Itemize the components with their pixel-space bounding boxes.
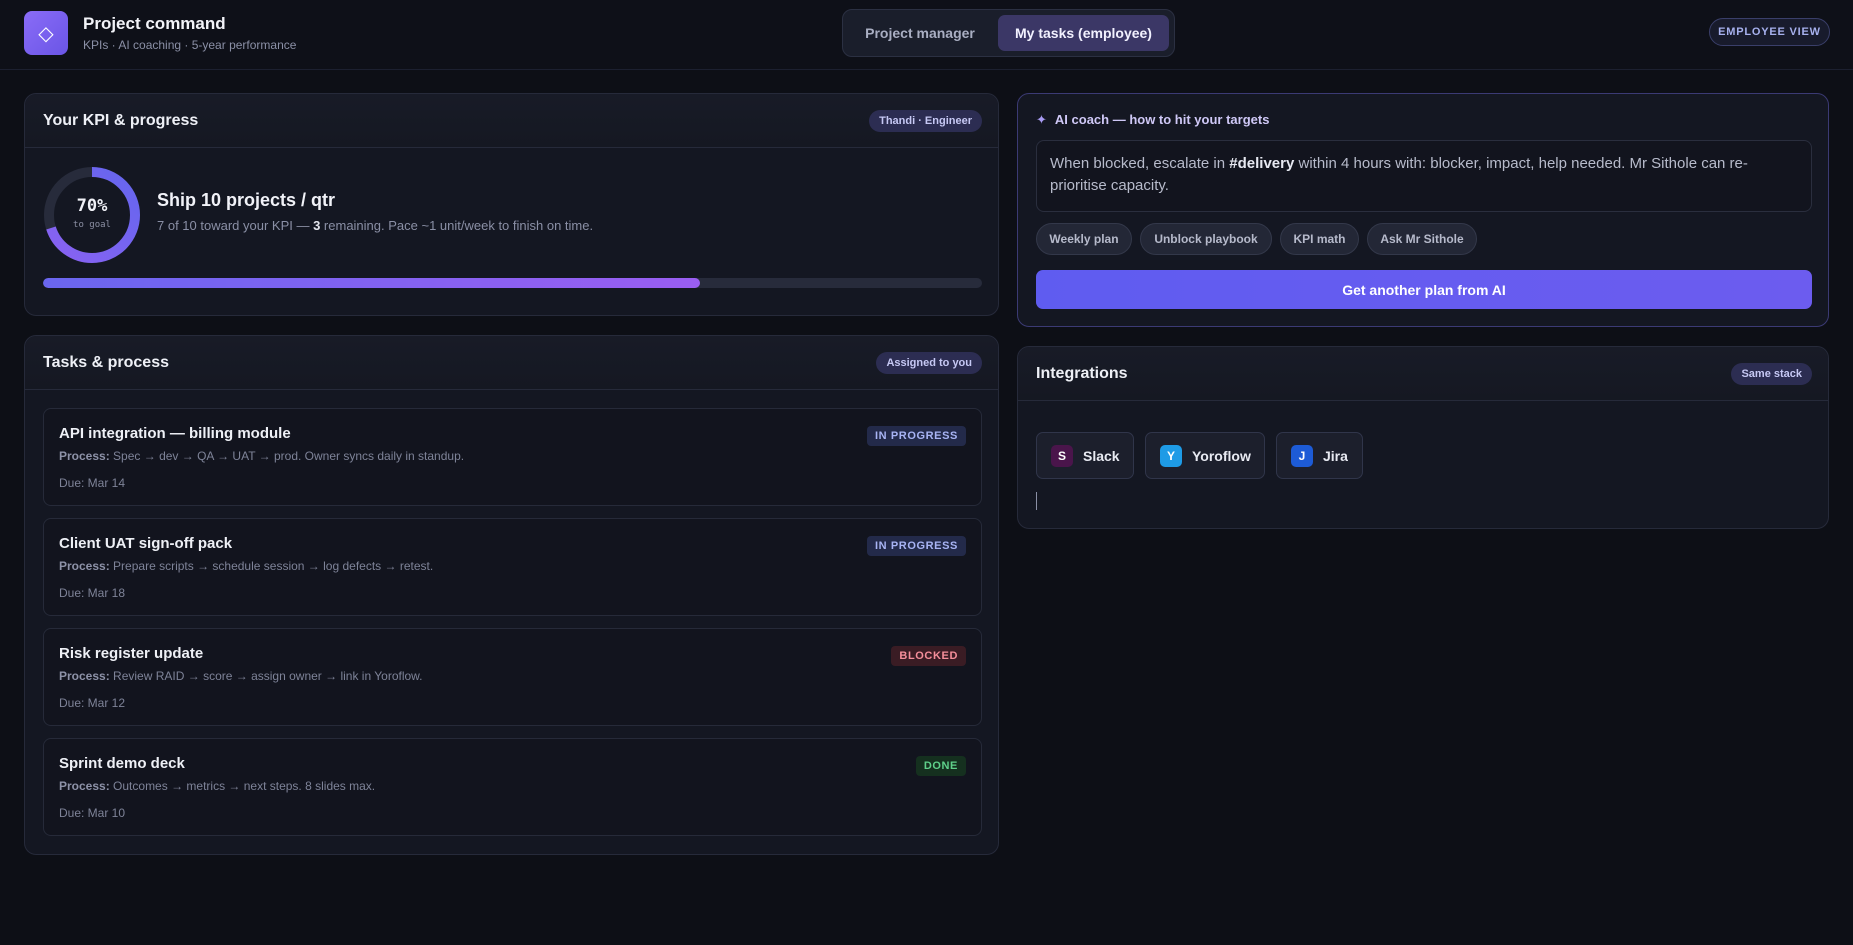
tab-my-tasks[interactable]: My tasks (employee) [998,15,1169,51]
task-item[interactable]: Risk register update Process: Review RAI… [43,628,982,726]
task-process: Process: Outcomes → metrics → next steps… [59,779,376,793]
chip-unblock-playbook[interactable]: Unblock playbook [1140,223,1272,255]
integration-yoroflow[interactable]: Y Yoroflow [1145,432,1265,479]
task-item[interactable]: Client UAT sign-off pack Process: Prepar… [43,518,982,616]
ai-coach-message: When blocked, escalate in #delivery with… [1036,140,1812,212]
kpi-card-title: Your KPI & progress [43,112,199,129]
jira-icon: J [1291,444,1313,467]
task-process: Process: Review RAID → score → assign ow… [59,669,423,683]
task-title: Risk register update [59,645,204,662]
status-badge: BLOCKED [891,646,966,666]
status-badge: IN PROGRESS [866,536,966,556]
kpi-description: 7 of 10 toward your KPI — 3 remaining. P… [157,218,594,233]
text-cursor [1036,492,1037,510]
app-title: Project command [83,14,226,33]
same-stack-badge: Same stack [1731,363,1812,385]
app-header: ◇ Project command KPIs · AI coaching · 5… [0,0,1853,70]
task-process: Process: Spec → dev → QA → UAT → prod. O… [59,449,465,463]
sparkle-icon: ✦ [1036,112,1047,127]
progress-sublabel: to goal [73,220,111,230]
tasks-card-title: Tasks & process [43,354,169,371]
task-item[interactable]: Sprint demo deck Process: Outcomes → met… [43,738,982,836]
task-due-date: Due: Mar 10 [59,806,126,820]
integration-slack[interactable]: S Slack [1036,432,1134,479]
kpi-goal-title: Ship 10 projects / qtr [157,190,336,210]
get-ai-plan-button[interactable]: Get another plan from AI [1036,270,1812,309]
kpi-card: Your KPI & progress Thandi · Engineer 70… [24,93,999,316]
task-due-date: Due: Mar 12 [59,696,126,710]
user-role-badge: Thandi · Engineer [869,110,982,132]
tasks-card: Tasks & process Assigned to you API inte… [24,335,999,855]
kpi-progress-bar [43,278,982,288]
chip-kpi-math[interactable]: KPI math [1280,223,1359,255]
ai-coach-card: ✦ AI coach — how to hit your targets When… [1017,93,1829,327]
integrations-card: Integrations Same stack S Slack Y Yorofl… [1017,346,1829,529]
integration-jira[interactable]: J Jira [1276,432,1363,479]
status-badge: DONE [915,756,966,776]
chip-weekly-plan[interactable]: Weekly plan [1036,223,1132,255]
app-subtitle: KPIs · AI coaching · 5-year performance [83,38,297,52]
app-logo-icon: ◇ [24,11,68,55]
slack-icon: S [1051,444,1073,467]
integrations-title: Integrations [1036,365,1128,382]
employee-view-badge: EMPLOYEE VIEW [1709,18,1830,46]
task-due-date: Due: Mar 18 [59,586,126,600]
task-item[interactable]: API integration — billing module Process… [43,408,982,506]
status-badge: IN PROGRESS [866,426,966,446]
view-switch: Project manager My tasks (employee) [842,9,1175,57]
task-process: Process: Prepare scripts → schedule sess… [59,559,434,573]
yoroflow-icon: Y [1160,444,1182,467]
kpi-progress-fill [43,278,701,288]
assigned-badge: Assigned to you [876,352,982,374]
tab-project-manager[interactable]: Project manager [851,15,989,51]
ai-coach-title: ✦ AI coach — how to hit your targets [1036,112,1270,127]
chip-ask-mr-sithole[interactable]: Ask Mr Sithole [1367,223,1477,255]
progress-percent: 70% [76,196,108,216]
task-due-date: Due: Mar 14 [59,476,126,490]
task-title: Sprint demo deck [59,755,185,772]
task-title: API integration — billing module [59,425,291,442]
task-title: Client UAT sign-off pack [59,535,233,552]
